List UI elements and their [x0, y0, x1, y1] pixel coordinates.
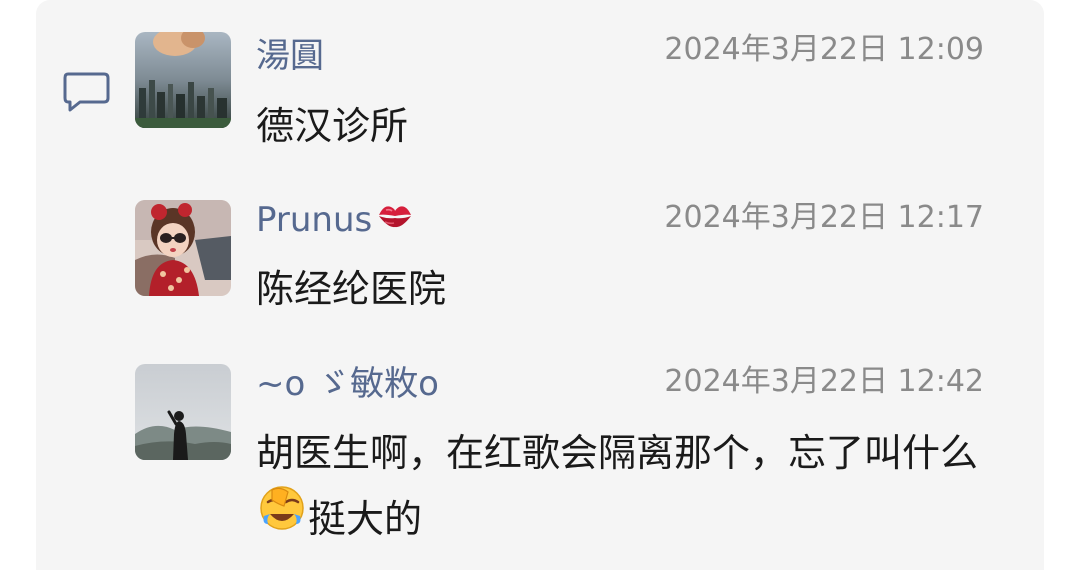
comment-text: 陈经纶医院 [256, 267, 447, 311]
comment-username[interactable]: 湯圓 [256, 34, 324, 78]
comment-username[interactable]: ~o ゞ敏敉o [256, 362, 439, 406]
comment-bubble-icon [62, 70, 112, 114]
avatar[interactable] [135, 32, 231, 128]
comment-timestamp: 2024年3月22日 12:17 [664, 200, 984, 235]
face-palm-laughing-emoji-icon [258, 484, 306, 552]
comment-username-text[interactable]: Prunus [256, 200, 372, 240]
comment-text: 胡医生啊，在红歌会隔离那个，忘了叫什么 挺大的 [256, 420, 996, 552]
comment-timestamp: 2024年3月22日 12:42 [664, 364, 984, 399]
comment-username[interactable]: Prunus [256, 198, 414, 242]
comment-text-after-emoji: 挺大的 [308, 497, 423, 541]
avatar[interactable] [135, 364, 231, 460]
comment-text-before-emoji: 胡医生啊，在红歌会隔离那个，忘了叫什么 [256, 431, 979, 475]
comment-text: 德汉诊所 [256, 104, 409, 148]
kiss-mark-icon [376, 197, 414, 241]
avatar[interactable] [135, 200, 231, 296]
comment-timestamp: 2024年3月22日 12:09 [664, 32, 984, 67]
